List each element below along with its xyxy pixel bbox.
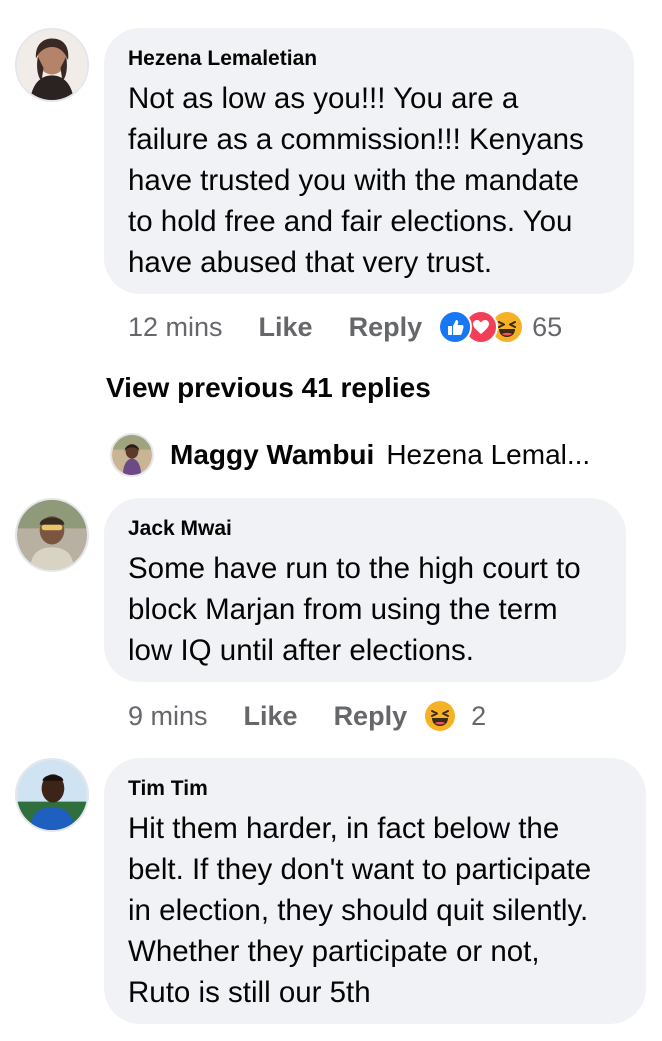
- like-button[interactable]: Like: [244, 701, 298, 732]
- comment-actions: 12 mins Like Reply 65: [128, 307, 562, 347]
- comment-bubble: Tim Tim Hit them harder, in fact below t…: [104, 758, 646, 1024]
- comment-text: Not as low as you!!! You are a failure a…: [128, 82, 584, 279]
- reaction-count: 65: [532, 311, 563, 342]
- profile-photo: [17, 30, 87, 100]
- reply-preview-author: Maggy Wambui: [170, 439, 375, 470]
- comment-time[interactable]: 9 mins: [128, 701, 208, 732]
- reply-preview-snippet: Hezena Lemal...: [386, 439, 591, 470]
- view-previous-replies[interactable]: View previous 41 replies: [106, 372, 431, 404]
- avatar-hezena[interactable]: [15, 28, 89, 102]
- profile-photo: [112, 435, 152, 475]
- haha-icon: [423, 699, 458, 733]
- comment-text: Some have run to the high court to block…: [128, 552, 581, 667]
- avatar-tim[interactable]: [15, 758, 89, 832]
- reactions-summary[interactable]: 2: [423, 699, 486, 733]
- reply-button[interactable]: Reply: [349, 312, 423, 343]
- comment-time[interactable]: 12 mins: [128, 312, 223, 343]
- comment-author[interactable]: Tim Tim: [128, 776, 624, 802]
- avatar-jack[interactable]: [15, 498, 89, 572]
- comment-bubble: Jack Mwai Some have run to the high cour…: [104, 498, 626, 682]
- profile-photo: [17, 500, 87, 570]
- comment-text: Hit them harder, in fact below the belt.…: [128, 812, 592, 1009]
- comment-author[interactable]: Hezena Lemaletian: [128, 46, 612, 72]
- like-icon: [438, 310, 473, 344]
- reactions-summary[interactable]: 65: [438, 310, 562, 344]
- comment-bubble: Hezena Lemaletian Not as low as you!!! Y…: [104, 28, 634, 294]
- reply-button[interactable]: Reply: [334, 701, 408, 732]
- comment-author[interactable]: Jack Mwai: [128, 516, 604, 542]
- reaction-count: 2: [471, 700, 487, 731]
- avatar-maggy: [110, 433, 154, 477]
- like-button[interactable]: Like: [259, 312, 313, 343]
- comments-thread: Hezena Lemaletian Not as low as you!!! Y…: [0, 0, 662, 1041]
- comment-actions: 9 mins Like Reply 2: [128, 696, 486, 736]
- profile-photo: [17, 760, 87, 830]
- reply-preview[interactable]: Maggy Wambui Hezena Lemal...: [110, 432, 590, 478]
